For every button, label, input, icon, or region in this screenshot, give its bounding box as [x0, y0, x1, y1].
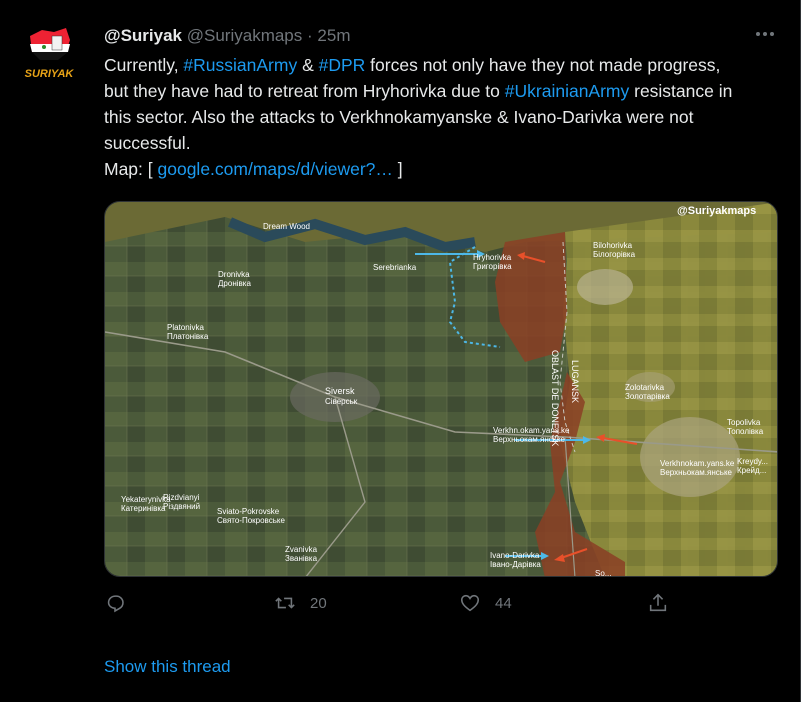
map-watermark: @Suriyakmaps	[677, 205, 756, 217]
map-label-bilohorivka: Bilohorivka	[593, 241, 633, 250]
map-link[interactable]: google.com/maps/d/viewer?…	[158, 159, 393, 179]
hashtag-russianarmy[interactable]: #RussianArmy	[183, 55, 297, 75]
more-options-icon[interactable]	[752, 26, 778, 42]
share-icon	[649, 593, 667, 612]
map-label-bilohorivka-cyr: Білогорівка	[593, 250, 636, 259]
map-label-zolotarivka-cyr: Золотарівка	[625, 392, 670, 401]
map-label-topolivka: Topolivka	[727, 418, 761, 427]
map-label-siversk: Siversk	[325, 386, 355, 396]
map-prefix: Map: [	[104, 159, 158, 179]
map-label-verkhnokamyanske-east-cyr: Верхньокам.янське	[660, 468, 733, 477]
map-label-oblast-donetsk: OBLAST DE DONETSK	[550, 350, 560, 446]
map-label-dronivka-cyr: Дронівка	[218, 279, 251, 288]
map-label-kreydyanka: Kreydy...	[737, 457, 768, 466]
heart-icon	[460, 594, 480, 612]
avatar-text: SURIYAK	[25, 68, 75, 80]
like-button[interactable]: 44	[459, 592, 512, 614]
map-label-hryhorivka: Hryhorivka	[473, 253, 512, 262]
map-label-platonivka-cyr: Платонівка	[167, 332, 209, 341]
text-segment: &	[297, 55, 319, 75]
map-label-sviato-pokrovske: Sviato-Pokrovske	[217, 507, 280, 516]
display-name[interactable]: @Suriyak	[104, 26, 182, 45]
map-label-ivano-darivka: Ivano-Darivka	[490, 551, 540, 560]
map-label-soledar-partial: So...	[595, 569, 611, 577]
map-label-ivano-darivka-cyr: Івано-Дарівка	[490, 560, 541, 569]
map-label-siversk-cyr: Сіверськ	[325, 397, 358, 406]
map-label-zolotarivka: Zolotarivka	[625, 383, 665, 392]
map-label-lugansk: LUGANSK	[570, 360, 580, 403]
map-image[interactable]: Dream Wood Serebrianka Dronivka Дронівка…	[104, 201, 778, 577]
like-count: 44	[495, 594, 512, 612]
separator-dot: ·	[307, 26, 313, 45]
map-suffix: ]	[392, 159, 403, 179]
map-label-yekaterynivka-cyr: Катеринівка	[121, 504, 166, 513]
avatar[interactable]: SURIYAK	[22, 22, 76, 82]
map-label-dream-wood: Dream Wood	[263, 222, 310, 231]
map-label-kreydyanka-cyr: Крейд...	[737, 466, 766, 475]
tweet[interactable]: SURIYAK @Suriyak @Suriyakmaps · 25m Curr…	[0, 0, 801, 702]
retweet-icon	[275, 597, 295, 609]
tweet-header: @Suriyak @Suriyakmaps · 25m	[104, 25, 350, 47]
map-label-dronivka: Dronivka	[218, 270, 250, 279]
timestamp[interactable]: 25m	[317, 26, 350, 45]
hashtag-dpr[interactable]: #DPR	[319, 55, 366, 75]
retweet-count: 20	[310, 594, 327, 612]
user-handle[interactable]: @Suriyakmaps	[187, 26, 303, 45]
action-bar: 20 44	[104, 592, 674, 622]
map-label-platonivka: Platonivka	[167, 323, 204, 332]
map-label-yekaterynivka: Yekaterynivka	[121, 495, 171, 504]
map-label-sviato-pokrovske-cyr: Свято-Покровське	[217, 516, 285, 525]
share-button[interactable]	[647, 592, 669, 614]
tweet-text: Currently, #RussianArmy & #DPR forces no…	[104, 52, 744, 182]
text-segment: Currently,	[104, 55, 184, 75]
map-label-verkhnokamyanske-east: Verkhnokam.yans.ke	[660, 459, 735, 468]
map-label-zvanivka: Zvanivka	[285, 545, 318, 554]
show-thread-link[interactable]: Show this thread	[104, 657, 231, 677]
reply-button[interactable]	[104, 592, 140, 614]
hashtag-ukrainianarmy[interactable]: #UkrainianArmy	[505, 81, 629, 101]
retweet-button[interactable]: 20	[274, 592, 327, 614]
map-label-hryhorivka-cyr: Григорівка	[473, 262, 512, 271]
map-label-topolivka-cyr: Тополівка	[727, 427, 764, 436]
map-label-serebrianka: Serebrianka	[373, 263, 417, 272]
reply-icon	[107, 595, 124, 613]
map-label-zvanivka-cyr: Званівка	[285, 554, 318, 563]
